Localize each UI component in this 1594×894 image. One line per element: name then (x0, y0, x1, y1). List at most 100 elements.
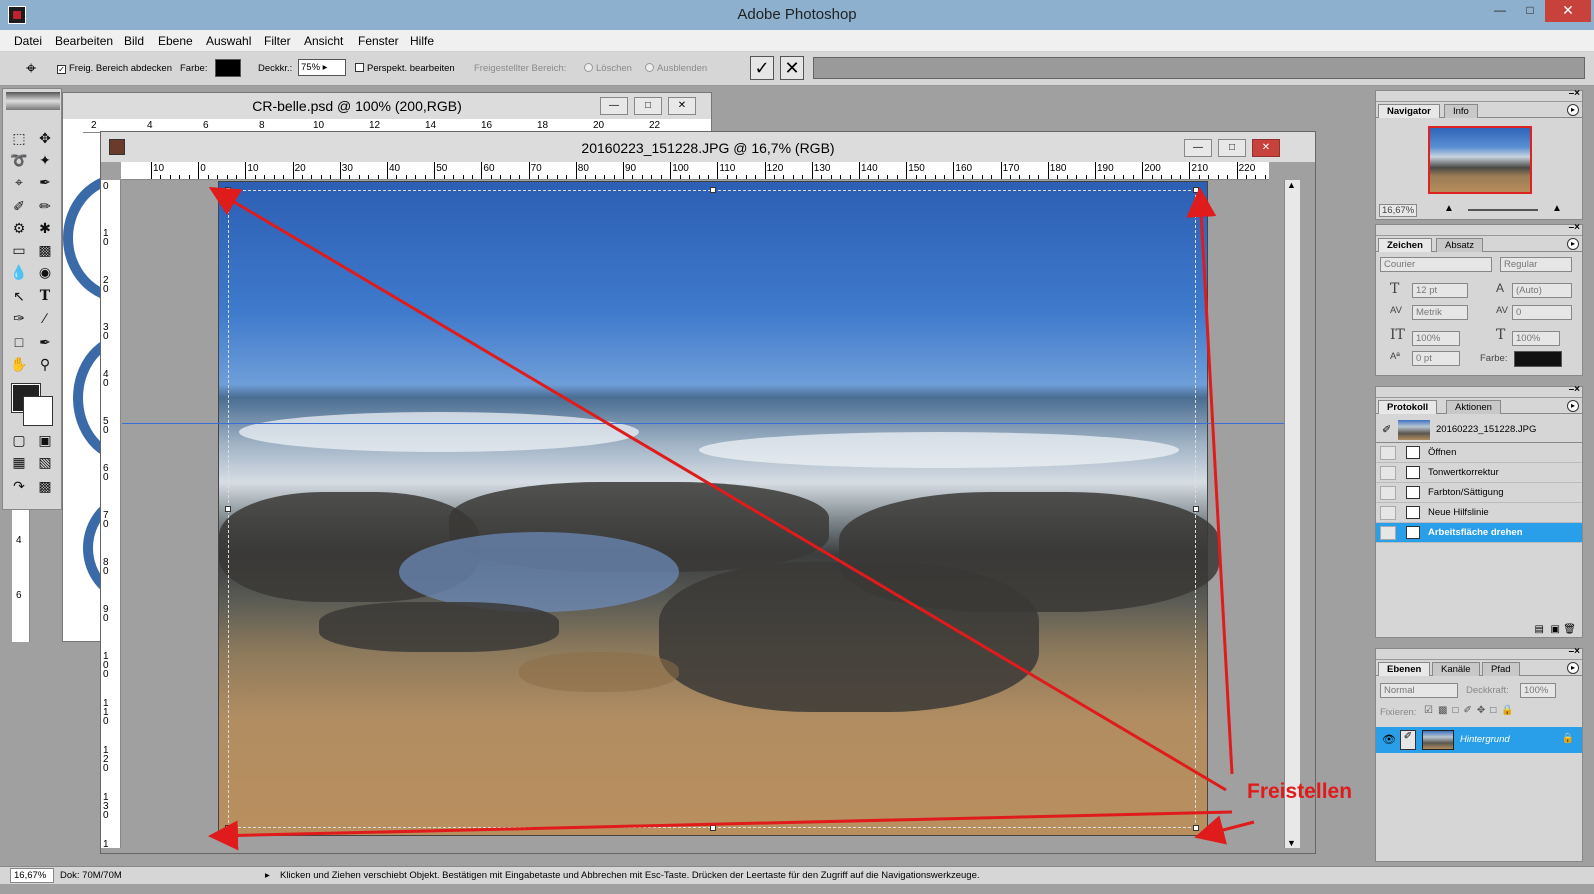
shield-color-swatch[interactable] (215, 59, 241, 77)
scroll-down-icon[interactable]: ▼ (1287, 838, 1296, 848)
history-item[interactable]: Öffnen (1376, 443, 1582, 463)
tab-navigator[interactable]: Navigator (1378, 104, 1440, 118)
baseline-input[interactable]: 0 pt (1412, 351, 1460, 366)
leading-input[interactable]: (Auto) (1512, 283, 1572, 298)
horizontal-scale-input[interactable]: 100% (1512, 331, 1560, 346)
font-style-select[interactable]: Regular (1500, 257, 1572, 272)
tracking-input[interactable]: 0 (1512, 305, 1572, 320)
move-icon[interactable]: ✥ (33, 127, 57, 149)
layer-row-selected[interactable]: 👁 ✐ Hintergrund 🔒 (1376, 727, 1582, 753)
main-close-button[interactable]: ✕ (1252, 139, 1280, 157)
panel-menu-icon[interactable]: ▸ (1567, 104, 1579, 116)
menu-filter[interactable]: Filter (264, 34, 291, 48)
canvas-area[interactable] (122, 181, 1284, 848)
menu-ebene[interactable]: Ebene (158, 34, 193, 48)
line-icon[interactable]: ∕ (33, 307, 57, 329)
status-zoom[interactable]: 16,67% (10, 868, 54, 883)
history-item[interactable]: Farbton/Sättigung (1376, 483, 1582, 503)
document-window-main[interactable]: 20160223_151228.JPG @ 16,7% (RGB) — □ ✕ … (100, 131, 1316, 854)
standard-mode-icon[interactable]: ▢ (7, 429, 31, 451)
tab-zeichen[interactable]: Zeichen (1378, 238, 1432, 252)
font-size-input[interactable]: 12 pt (1412, 283, 1468, 298)
trash-icon[interactable]: 🗑 (1563, 624, 1576, 635)
tab-info[interactable]: Info (1444, 104, 1478, 118)
stamp-icon[interactable]: ⚙ (7, 217, 31, 239)
tab-ebenen[interactable]: Ebenen (1378, 662, 1431, 676)
cancel-x-icon[interactable]: ✕ (780, 56, 804, 80)
blur-icon[interactable]: 💧 (7, 261, 31, 283)
main-maximize-button[interactable]: □ (1218, 139, 1246, 157)
menu-fenster[interactable]: Fenster (358, 34, 399, 48)
new-document-icon[interactable]: ▤ (1535, 624, 1544, 635)
blend-mode-select[interactable]: Normal (1380, 683, 1458, 698)
text-color-swatch[interactable] (1514, 351, 1562, 367)
lock-icons[interactable]: ☑▩□✐✥□🔒 (1424, 705, 1519, 716)
history-item[interactable]: Neue Hilfslinie (1376, 503, 1582, 523)
fullscreen-mode-icon[interactable]: ▧ (33, 451, 57, 473)
jump-to-imageready-icon[interactable]: ↷ (7, 475, 31, 497)
pencil-icon[interactable]: ✏ (33, 195, 57, 217)
menu-bearbeiten[interactable]: Bearbeiten (55, 34, 113, 48)
notes-icon[interactable]: □ (7, 331, 31, 353)
eyedropper-icon[interactable]: ✒ (33, 171, 57, 193)
status-menu-arrow[interactable]: ▸ (265, 870, 270, 881)
back-maximize-button[interactable]: □ (634, 97, 662, 115)
history-item-selected[interactable]: Arbeitsfläche drehen (1376, 523, 1582, 543)
color-sampler-icon[interactable]: ✒ (33, 331, 57, 353)
tab-absatz[interactable]: Absatz (1436, 238, 1484, 252)
font-family-select[interactable]: Courier (1380, 257, 1492, 272)
layer-opacity-input[interactable]: 100% (1520, 683, 1556, 698)
panel-menu-icon[interactable]: ▸ (1567, 400, 1579, 412)
tab-aktionen[interactable]: Aktionen (1446, 400, 1501, 414)
zoom-in-icon[interactable]: ▲ (1552, 203, 1562, 214)
crop-handle-bottom[interactable] (710, 825, 716, 831)
check-icon[interactable]: ✓ (750, 56, 774, 80)
kerning-input[interactable]: Metrik (1412, 305, 1468, 320)
pen-icon[interactable]: ✑ (7, 307, 31, 329)
marquee-icon[interactable]: ⬚ (7, 127, 31, 149)
perspective-checkbox[interactable] (355, 63, 364, 72)
tab-pfad[interactable]: Pfad (1482, 662, 1520, 676)
crop-icon[interactable]: ⌖ (7, 171, 31, 193)
history-brush-icon[interactable]: ✱ (33, 217, 57, 239)
minimize-button[interactable]: — (1485, 0, 1515, 22)
magic-wand-icon[interactable]: ✦ (33, 149, 57, 171)
background-color[interactable] (23, 396, 53, 426)
brush-icon[interactable]: ✐ (7, 195, 31, 217)
back-close-button[interactable]: ✕ (668, 97, 696, 115)
panel-menu-icon[interactable]: ▸ (1567, 662, 1579, 674)
opacity-input[interactable]: 75% ▸ (298, 59, 346, 76)
shield-checkbox[interactable]: ✓ (57, 65, 66, 74)
eye-icon[interactable]: 👁 (1382, 733, 1396, 746)
menu-ansicht[interactable]: Ansicht (304, 34, 343, 48)
scroll-up-icon[interactable]: ▲ (1287, 180, 1296, 190)
vertical-scale-input[interactable]: 100% (1412, 331, 1460, 346)
crop-marquee[interactable] (225, 187, 1199, 831)
crop-handle-top-right[interactable] (1193, 187, 1199, 193)
crop-handle-top[interactable] (710, 187, 716, 193)
vertical-scrollbar[interactable]: ▲ ▼ (1284, 180, 1300, 848)
maximize-button[interactable]: □ (1515, 0, 1545, 22)
sponge-icon[interactable]: ◉ (33, 261, 57, 283)
new-snapshot-icon[interactable]: ▣ (1551, 624, 1560, 635)
navigator-zoom-slider[interactable] (1468, 209, 1538, 211)
delete-radio[interactable] (584, 63, 593, 72)
tab-kanaele[interactable]: Kanäle (1432, 662, 1480, 676)
crop-handle-bottom-right[interactable] (1193, 825, 1199, 831)
panel-menu-icon[interactable]: ▸ (1567, 238, 1579, 250)
navigator-zoom[interactable]: 16,67% (1379, 204, 1417, 217)
crop-handle-left[interactable] (225, 506, 231, 512)
eraser-icon[interactable]: ▭ (7, 239, 31, 261)
crop-handle-bottom-left[interactable] (225, 825, 231, 831)
lasso-icon[interactable]: ➰ (7, 149, 31, 171)
main-minimize-button[interactable]: — (1184, 139, 1212, 157)
crop-handle-right[interactable] (1193, 506, 1199, 512)
crop-handle-top-left[interactable] (225, 187, 231, 193)
close-button[interactable]: ✕ (1545, 0, 1591, 22)
menu-datei[interactable]: Datei (14, 34, 42, 48)
type-icon[interactable]: T (33, 285, 57, 307)
history-item[interactable]: Tonwertkorrektur (1376, 463, 1582, 483)
screen-mode-icon[interactable]: ▦ (7, 451, 31, 473)
navigator-thumbnail[interactable] (1428, 126, 1532, 194)
menu-bild[interactable]: Bild (124, 34, 144, 48)
